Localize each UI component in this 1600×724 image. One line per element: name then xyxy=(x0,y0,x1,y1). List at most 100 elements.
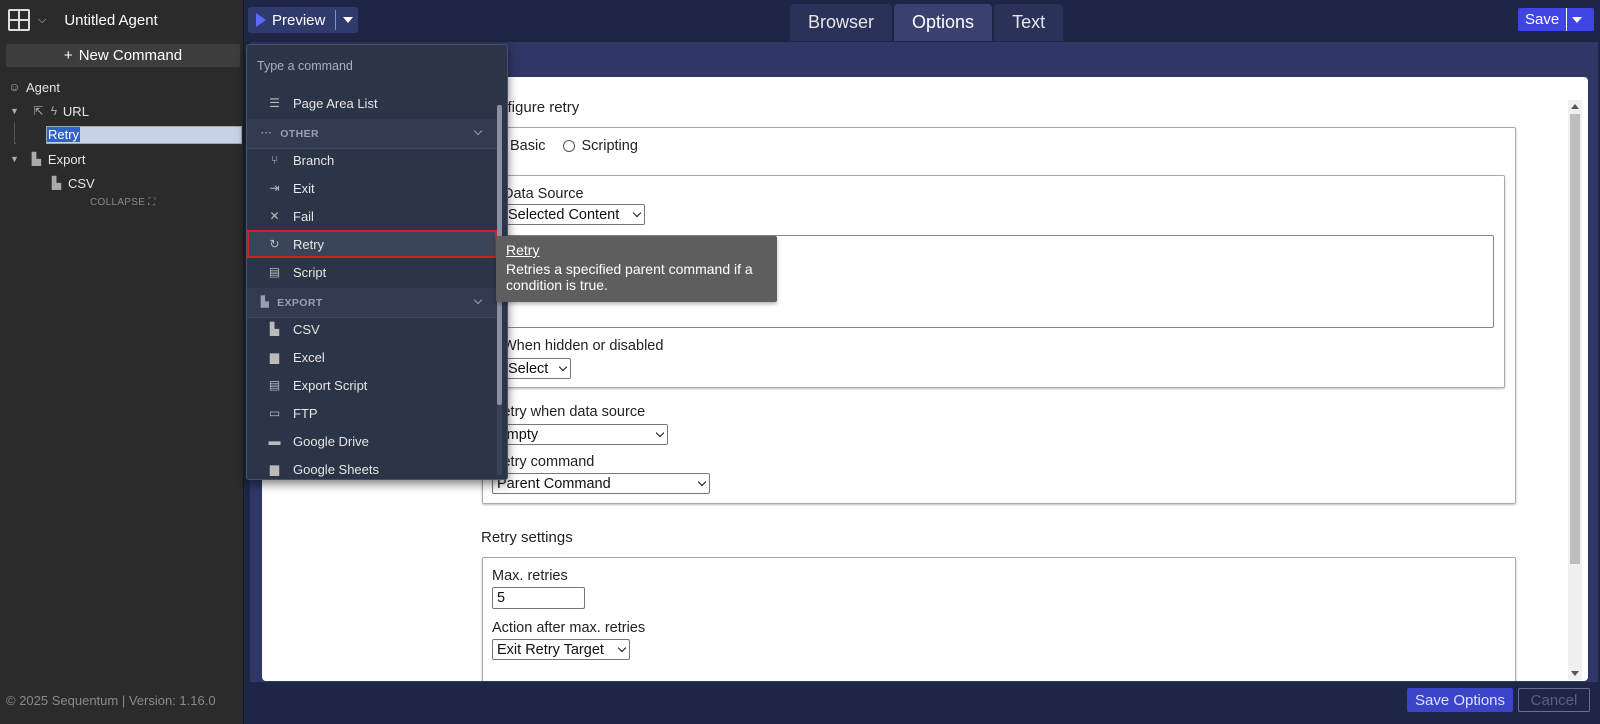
tree-item-url[interactable]: ▼ ⇱ ϟ URL xyxy=(10,100,89,122)
server-icon: ▭ xyxy=(268,405,281,420)
logo-icon[interactable] xyxy=(8,9,30,31)
panel-scrollbar[interactable] xyxy=(1568,100,1582,680)
command-item-label: Branch xyxy=(293,152,335,168)
command-item-retry[interactable]: ↻ Retry xyxy=(247,230,497,258)
command-item-export-script[interactable]: ▤ Export Script xyxy=(247,371,497,399)
chevron-down-icon xyxy=(617,643,627,652)
chevron-down-icon xyxy=(473,295,483,305)
tree-item-label: CSV xyxy=(68,175,95,191)
new-command-button[interactable]: + New Command xyxy=(6,44,240,67)
action-after-select[interactable]: Exit Retry Target xyxy=(492,639,630,660)
cancel-button[interactable]: Cancel xyxy=(1518,688,1590,712)
export-icon: ▙ xyxy=(31,151,42,166)
command-item-csv[interactable]: ▙ CSV xyxy=(247,315,497,343)
chevron-down-icon xyxy=(655,428,665,437)
hidden-disabled-select[interactable]: Select xyxy=(503,358,571,379)
scroll-thumb[interactable] xyxy=(1570,114,1580,564)
tab-text[interactable]: Text xyxy=(994,4,1064,41)
radio-scripting[interactable] xyxy=(563,140,576,152)
command-item-page-area-list[interactable]: ☰ Page Area List xyxy=(247,89,497,117)
radio-scripting-label[interactable]: Scripting xyxy=(581,138,637,154)
command-item-label: Export Script xyxy=(293,377,368,393)
agent-title[interactable]: Untitled Agent xyxy=(64,12,157,29)
data-source-select[interactable]: Selected Content xyxy=(503,204,645,225)
file-icon: ▆ xyxy=(269,349,280,364)
tab-options[interactable]: Options xyxy=(894,4,993,41)
refresh-icon: ↻ xyxy=(269,236,280,251)
radio-basic-label[interactable]: Basic xyxy=(510,138,545,154)
sidebar-header: ⌵ Untitled Agent xyxy=(0,0,243,40)
save-options-button[interactable]: Save Options xyxy=(1407,688,1513,712)
command-group-export[interactable]: ▙ EXPORT xyxy=(247,288,497,318)
csv-file-icon: ▙ xyxy=(269,321,280,336)
command-item-label: Exit xyxy=(293,180,315,196)
command-item-branch[interactable]: ⑂ Branch xyxy=(247,146,497,174)
robot-icon: ☺ xyxy=(8,79,21,94)
max-retries-input[interactable]: 5 xyxy=(492,587,585,609)
retry-tooltip: Retry Retries a specified parent command… xyxy=(496,236,777,302)
preview-dropdown-icon[interactable] xyxy=(343,17,354,23)
folder-icon: ▬ xyxy=(268,433,281,448)
retry-when-select[interactable]: Empty xyxy=(492,424,668,445)
divider xyxy=(335,10,337,30)
save-dropdown-icon[interactable] xyxy=(1572,16,1583,23)
branch-icon: ⑂ xyxy=(270,152,279,167)
command-search-input[interactable]: Type a command xyxy=(257,59,353,73)
tree-item-agent[interactable]: ☺ Agent xyxy=(8,76,60,98)
command-group-label: OTHER xyxy=(280,127,319,140)
plus-icon: + xyxy=(63,47,73,64)
command-item-label: Page Area List xyxy=(293,95,378,111)
retry-command-select[interactable]: Parent Command xyxy=(492,473,710,494)
hidden-disabled-label: When hidden or disabled xyxy=(503,338,664,354)
command-item-label: CSV xyxy=(293,321,320,337)
scroll-up-icon[interactable] xyxy=(1571,104,1579,109)
chevron-down-icon xyxy=(697,477,707,486)
tree-item-csv[interactable]: ▙ CSV xyxy=(50,172,95,194)
command-item-label: Google Sheets xyxy=(293,461,380,477)
caret-down-icon[interactable]: ▼ xyxy=(10,106,19,116)
preview-label: Preview xyxy=(272,11,326,29)
command-group-label: EXPORT xyxy=(277,296,323,309)
mode-radio-group: Basic Scripting xyxy=(492,138,638,154)
play-icon xyxy=(256,13,266,27)
tree-item-export[interactable]: ▼ ▙ Export xyxy=(10,148,86,170)
tab-browser[interactable]: Browser xyxy=(790,4,893,41)
retry-when-label: Retry when data source xyxy=(492,404,646,420)
collapse-button[interactable]: COLLAPSE ⛶ xyxy=(90,197,156,208)
command-item-label: Script xyxy=(293,264,327,280)
command-group-other[interactable]: ··· OTHER xyxy=(247,119,497,149)
data-source-value: Selected Content xyxy=(508,206,620,223)
retry-command-value: Parent Command xyxy=(497,475,611,492)
footer-version: © 2025 Sequentum | Version: 1.16.0 xyxy=(6,693,216,708)
command-item-label: Fail xyxy=(293,208,314,224)
exit-icon: ⇥ xyxy=(269,180,280,195)
tree-connector xyxy=(14,122,16,144)
save-label: Save xyxy=(1525,11,1560,28)
tree-item-retry-rename-input[interactable]: Retry xyxy=(46,126,242,144)
command-item-ftp[interactable]: ▭ FTP xyxy=(247,399,497,427)
hidden-disabled-value: Select xyxy=(508,360,549,377)
command-item-fail[interactable]: ✕ Fail xyxy=(247,202,497,230)
tooltip-body: Retries a specified parent command if a … xyxy=(506,261,753,293)
chevron-down-icon[interactable]: ⌵ xyxy=(38,14,46,27)
command-item-google-drive[interactable]: ▬ Google Drive xyxy=(247,427,497,455)
scroll-down-icon[interactable] xyxy=(1571,671,1579,676)
tree-item-label: Agent xyxy=(26,79,60,95)
command-item-exit[interactable]: ⇥ Exit xyxy=(247,174,497,202)
command-item-excel[interactable]: ▆ Excel xyxy=(247,343,497,371)
lightning-icon: ϟ xyxy=(50,103,58,118)
caret-down-icon[interactable]: ▼ xyxy=(10,154,19,164)
scroll-icon: ▤ xyxy=(268,264,281,279)
close-icon: ✕ xyxy=(269,208,280,223)
save-button[interactable]: Save xyxy=(1518,8,1594,31)
action-after-value: Exit Retry Target xyxy=(497,641,604,658)
preview-button[interactable]: Preview xyxy=(248,7,358,33)
sidebar: ⌵ Untitled Agent + New Command ☺ Agent ▼… xyxy=(0,0,244,724)
max-retries-label: Max. retries xyxy=(492,568,568,584)
command-item-google-sheets[interactable]: ▆ Google Sheets xyxy=(247,455,497,479)
data-source-label: Data Source xyxy=(503,186,584,202)
chevron-down-icon xyxy=(473,126,483,136)
command-item-script[interactable]: ▤ Script xyxy=(247,258,497,286)
retry-settings-box xyxy=(482,557,1516,681)
max-retries-value: 5 xyxy=(497,590,506,606)
